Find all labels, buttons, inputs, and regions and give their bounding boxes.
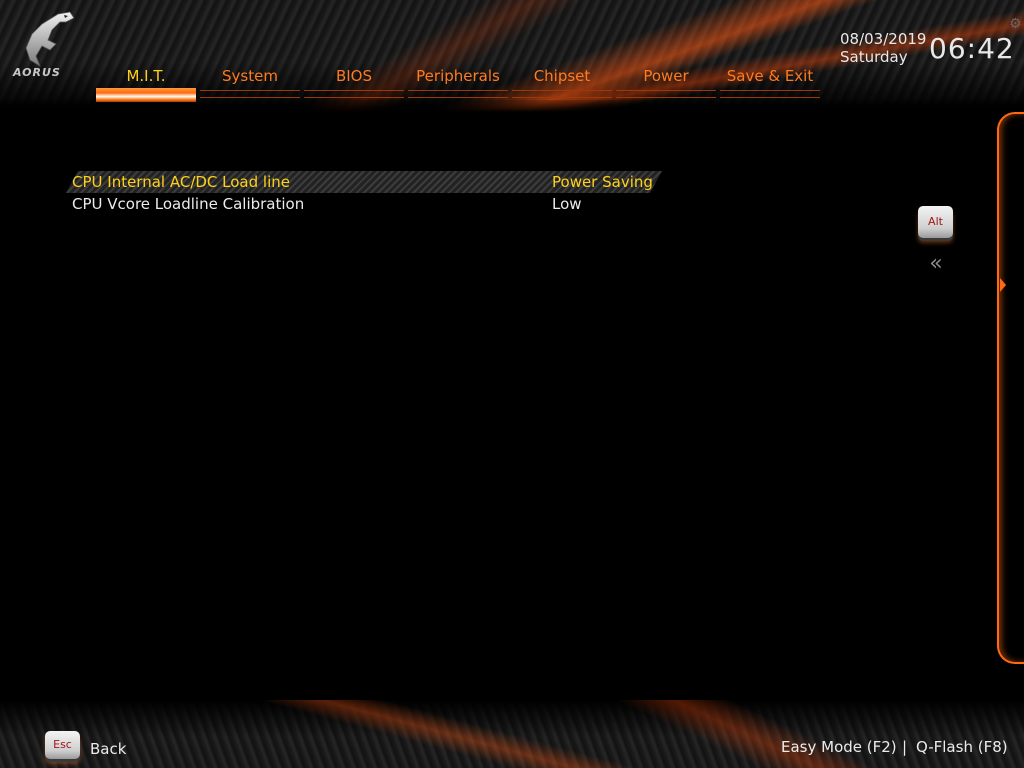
back-label[interactable]: Back	[90, 740, 126, 758]
bottom-banner	[0, 700, 1024, 768]
tab-bios-underline	[304, 90, 404, 98]
tab-power-underline	[616, 90, 716, 98]
date-display: 08/03/2019	[840, 30, 927, 48]
tab-peripherals-label: Peripherals	[416, 67, 500, 85]
side-info-panel-tab[interactable]	[997, 112, 1024, 664]
tab-mit[interactable]: M.I.T.	[96, 66, 196, 102]
tab-chipset-label: Chipset	[533, 67, 591, 85]
time-display: 06:42	[929, 32, 1015, 65]
setting-label: CPU Vcore Loadline Calibration	[72, 195, 305, 213]
tab-mit-active-indicator	[96, 88, 196, 102]
gear-icon[interactable]: ⚙	[1009, 17, 1024, 32]
tab-system-label: System	[222, 67, 278, 85]
setting-row-cpu-ac-dc-loadline[interactable]: CPU Internal AC/DC Load line Power Savin…	[66, 171, 662, 193]
qflash-button[interactable]: Q-Flash (F8)	[916, 738, 1008, 756]
tab-chipset[interactable]: Chipset	[512, 66, 612, 102]
tab-bios-label: BIOS	[335, 67, 373, 85]
tab-system-underline	[200, 90, 300, 98]
tab-mit-label: M.I.T.	[126, 67, 166, 85]
brand-logo-text: AORUS	[13, 66, 61, 79]
tab-peripherals[interactable]: Peripherals	[408, 66, 508, 102]
tab-bios[interactable]: BIOS	[304, 66, 404, 102]
tab-system[interactable]: System	[200, 66, 300, 102]
setting-value[interactable]: Power Saving	[552, 171, 653, 193]
alt-key-button[interactable]: Alt	[918, 206, 953, 238]
alt-key-label: Alt	[928, 215, 943, 228]
easy-mode-button[interactable]: Easy Mode (F2)	[781, 738, 897, 756]
chevron-right-icon[interactable]	[1000, 278, 1006, 292]
tab-power-label: Power	[643, 67, 689, 85]
tab-power[interactable]: Power	[616, 66, 716, 102]
tab-save-exit-label: Save & Exit	[726, 67, 814, 85]
tab-peripherals-underline	[408, 90, 508, 98]
tab-save-exit-underline	[720, 90, 820, 98]
esc-key-button[interactable]: Esc	[45, 731, 80, 759]
double-chevron-left-icon[interactable]: «	[924, 252, 948, 276]
bios-screen: AORUS M.I.T. System BIOS Peripherals Chi…	[0, 0, 1024, 768]
setting-label: CPU Internal AC/DC Load line	[72, 173, 290, 191]
esc-key-label: Esc	[53, 738, 72, 751]
setting-value[interactable]: Low	[552, 193, 582, 215]
weekday-display: Saturday	[840, 48, 908, 66]
setting-row-cpu-vcore-llc[interactable]: CPU Vcore Loadline Calibration Low	[66, 193, 662, 215]
tab-save-exit[interactable]: Save & Exit	[720, 66, 820, 102]
footer-separator: |	[902, 738, 908, 756]
tab-chipset-underline	[512, 90, 612, 98]
